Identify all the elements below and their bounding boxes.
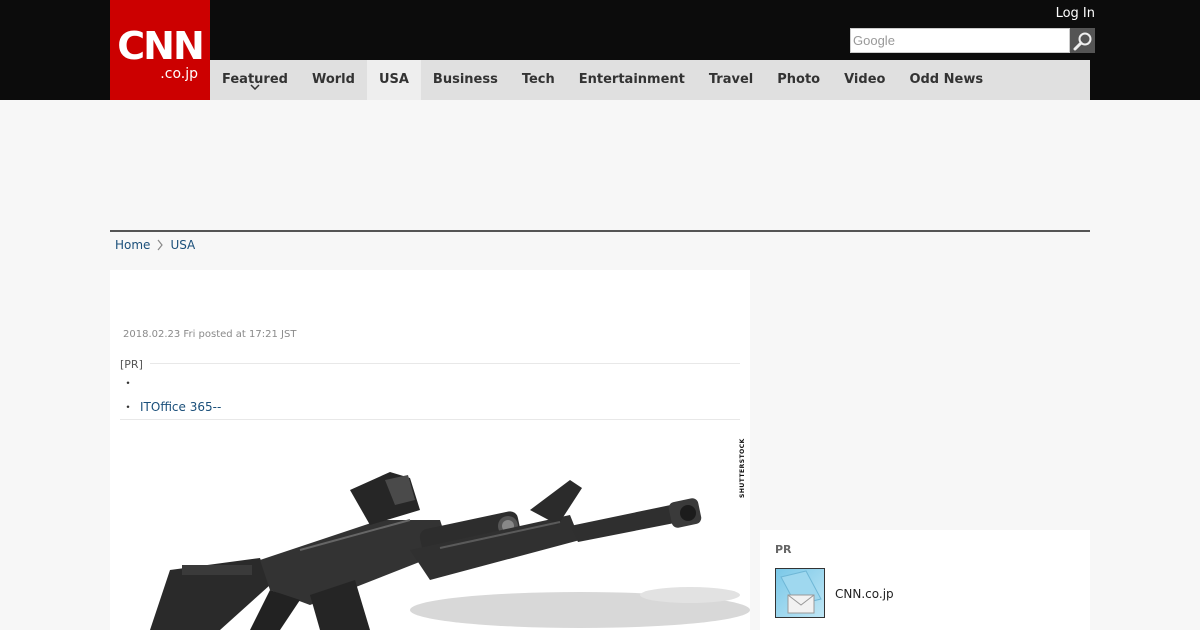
breadcrumb-home-link[interactable]: Home: [115, 238, 150, 252]
nav-item-tech[interactable]: Tech: [510, 60, 567, 100]
pr-link[interactable]: ITOffice 365--: [140, 400, 221, 414]
sidebar-pr-title: PR: [775, 543, 792, 556]
chevron-down-icon: [250, 84, 260, 90]
pr-thumbnail[interactable]: [775, 568, 825, 618]
post-timestamp: 2018.02.23 Fri posted at 17:21 JST: [123, 329, 297, 340]
chevron-right-icon: [157, 239, 164, 251]
breadcrumb-usa-link[interactable]: USA: [170, 238, 195, 252]
envelope-icon: [780, 570, 822, 614]
article-photo: [110, 430, 750, 630]
section-divider: [110, 230, 1090, 232]
logo-main-text: CNN: [117, 24, 205, 68]
nav-item-entertainment[interactable]: Entertainment: [567, 60, 697, 100]
pr-list-item: ・: [122, 374, 134, 391]
search-input[interactable]: [850, 28, 1070, 53]
bullet: ・: [122, 400, 135, 414]
pr-list-item: ・ ITOffice 365--: [122, 398, 221, 415]
pr-bottom-divider: [120, 419, 740, 420]
photo-credit: SHUTTERSTOCK: [739, 438, 746, 498]
nav-item-business[interactable]: Business: [421, 60, 510, 100]
bullet: ・: [122, 376, 135, 390]
nav-item-photo[interactable]: Photo: [765, 60, 832, 100]
sidebar-pr-box: PR CNN.co.jp: [760, 530, 1090, 630]
search-button[interactable]: [1070, 28, 1095, 53]
main-nav: Featured World USA Business Tech Enterta…: [210, 60, 1090, 100]
nav-item-featured[interactable]: Featured: [210, 60, 300, 100]
nav-item-video[interactable]: Video: [832, 60, 897, 100]
pr-divider: [150, 363, 740, 364]
login-link[interactable]: Log In: [1056, 6, 1095, 21]
rifle-image: [150, 472, 750, 630]
nav-item-travel[interactable]: Travel: [697, 60, 765, 100]
pr-label: [PR]: [120, 358, 143, 371]
article-card: 2018.02.23 Fri posted at 17:21 JST [PR] …: [110, 270, 750, 630]
search-icon: [1073, 32, 1091, 50]
cnn-logo[interactable]: CNN .co.jp: [110, 0, 210, 100]
nav-item-odd-news[interactable]: Odd News: [897, 60, 995, 100]
logo-sub-text: .co.jp: [160, 66, 198, 82]
nav-item-usa[interactable]: USA: [366, 60, 421, 100]
top-bar: CNN .co.jp Log In Featured World USA Bus…: [0, 0, 1200, 100]
nav-item-world[interactable]: World: [300, 60, 367, 100]
pr-item-label[interactable]: CNN.co.jp: [835, 587, 894, 601]
breadcrumb: Home USA: [115, 238, 195, 252]
